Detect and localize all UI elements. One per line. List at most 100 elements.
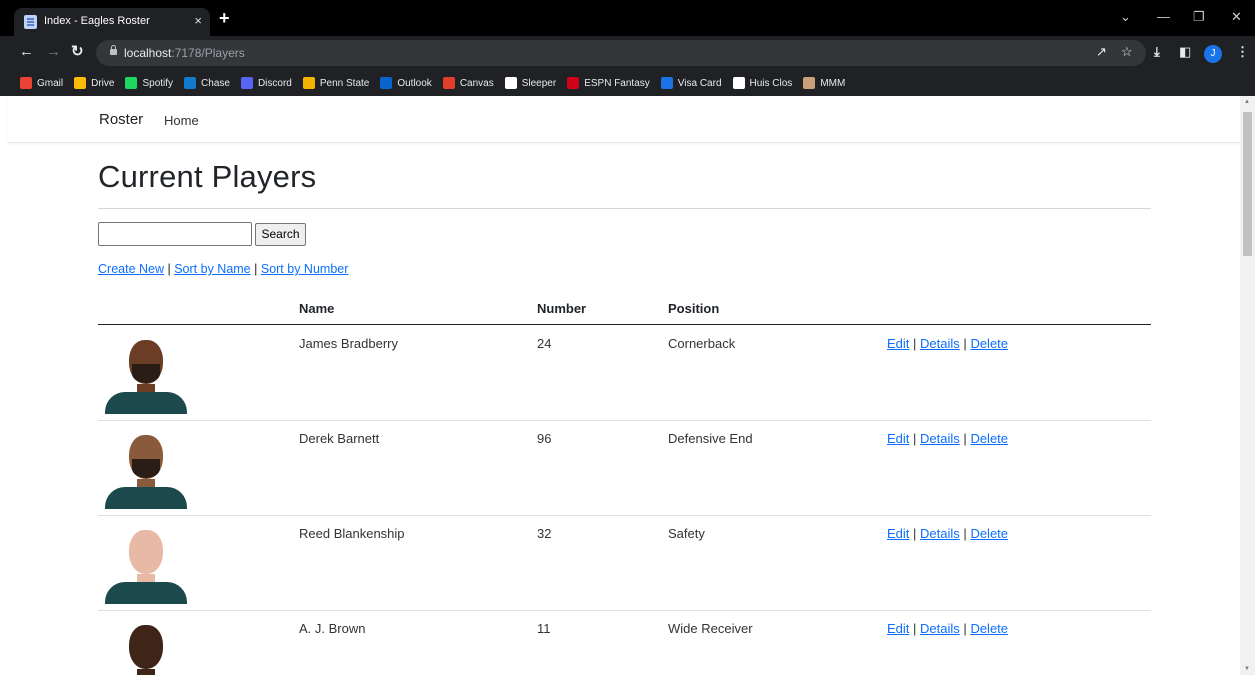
- bookmark-label: Chase: [201, 77, 230, 89]
- page-favicon-icon: [24, 15, 37, 29]
- search-button[interactable]: Search: [255, 223, 306, 246]
- bookmark-penn-state[interactable]: Penn State: [302, 77, 369, 89]
- table-row: James Bradberry 24 Cornerback Edit | Det…: [98, 326, 1151, 421]
- column-header-name: Name: [299, 301, 335, 316]
- bookmark-drive[interactable]: Drive: [74, 77, 114, 89]
- delete-link[interactable]: Delete: [970, 621, 1008, 636]
- close-window-icon[interactable]: ✕: [1231, 9, 1242, 25]
- edit-link[interactable]: Edit: [887, 621, 909, 636]
- spotify-icon: [125, 77, 138, 89]
- delete-link[interactable]: Delete: [970, 526, 1008, 541]
- photo-beard: [132, 459, 160, 478]
- edit-link[interactable]: Edit: [887, 526, 909, 541]
- table-header: Name Number Position: [98, 296, 1151, 325]
- create-new-link[interactable]: Create New: [98, 262, 164, 276]
- bookmark-canvas[interactable]: Canvas: [442, 77, 494, 89]
- sort-by-number-link[interactable]: Sort by Number: [261, 262, 349, 276]
- details-link[interactable]: Details: [920, 336, 960, 351]
- restore-icon[interactable]: ❐: [1193, 9, 1205, 25]
- new-tab-button[interactable]: +: [219, 9, 230, 27]
- reload-icon[interactable]: ↻: [71, 44, 84, 60]
- divider: [98, 208, 1151, 209]
- player-photo: [105, 429, 187, 509]
- scroll-up-arrow-icon[interactable]: ▲: [1244, 99, 1250, 105]
- nav-link-home[interactable]: Home: [164, 113, 199, 128]
- photo-jersey: [105, 392, 187, 414]
- photo-beard: [132, 364, 160, 383]
- site-navbar: Roster Home: [8, 96, 1240, 143]
- bookmark-star-icon[interactable]: ☆: [1121, 45, 1133, 59]
- page-scrollbar[interactable]: ▲ ▼: [1240, 96, 1255, 675]
- player-number: 11: [537, 621, 551, 636]
- table-row: Derek Barnett 96 Defensive End Edit | De…: [98, 421, 1151, 516]
- bookmark-huis-clos[interactable]: Huis Clos: [732, 77, 793, 89]
- bookmark-chase[interactable]: Chase: [184, 77, 230, 89]
- back-arrow-icon[interactable]: ←: [19, 44, 34, 60]
- edit-link[interactable]: Edit: [887, 431, 909, 446]
- bookmark-espn-fantasy[interactable]: ESPN Fantasy: [567, 77, 650, 89]
- player-name: Derek Barnett: [299, 431, 380, 446]
- tab-title: Index - Eagles Roster: [44, 15, 150, 27]
- player-number: 24: [537, 336, 552, 351]
- bookmark-discord[interactable]: Discord: [240, 77, 292, 89]
- photo-neck: [137, 669, 155, 675]
- browser-menu-icon[interactable]: ⋮: [1236, 45, 1249, 59]
- url-text: localhost:7178/Players: [124, 46, 245, 60]
- details-link[interactable]: Details: [920, 621, 960, 636]
- bookmark-gmail[interactable]: Gmail: [20, 77, 63, 89]
- browser-title-bar: Index - Eagles Roster × + ⌄ — ❐ ✕: [0, 0, 1255, 36]
- bookmark-visa-card[interactable]: Visa Card: [660, 77, 722, 89]
- bookmark-mmm[interactable]: MMM: [803, 77, 845, 89]
- tab-search-icon[interactable]: ⌄: [1120, 9, 1131, 25]
- delete-link[interactable]: Delete: [970, 431, 1008, 446]
- details-link[interactable]: Details: [920, 431, 960, 446]
- side-panel-icon[interactable]: ◧: [1179, 45, 1191, 59]
- address-bar[interactable]: localhost:7178/Players: [96, 40, 1146, 66]
- huis-clos-icon: [732, 77, 745, 89]
- photo-head: [129, 530, 163, 574]
- minimize-icon[interactable]: —: [1157, 9, 1170, 24]
- delete-link[interactable]: Delete: [970, 336, 1008, 351]
- bookmark-label: Spotify: [142, 77, 174, 89]
- browser-tab[interactable]: Index - Eagles Roster ×: [14, 8, 210, 36]
- player-number: 96: [537, 431, 552, 446]
- profile-avatar[interactable]: J: [1204, 45, 1222, 63]
- link-separator: |: [913, 336, 917, 351]
- bookmark-label: Discord: [257, 77, 292, 89]
- search-input[interactable]: [98, 222, 252, 246]
- page-title: Current Players: [98, 159, 317, 194]
- chase-icon: [184, 77, 197, 89]
- bookmark-spotify[interactable]: Spotify: [125, 77, 173, 89]
- details-link[interactable]: Details: [920, 526, 960, 541]
- row-actions: Edit | Details | Delete: [887, 621, 1008, 636]
- row-actions: Edit | Details | Delete: [887, 431, 1008, 446]
- close-tab-icon[interactable]: ×: [194, 13, 202, 28]
- visa-card-icon: [660, 77, 673, 89]
- photo-head: [129, 625, 163, 669]
- player-name: A. J. Brown: [299, 621, 366, 636]
- player-position: Cornerback: [668, 336, 736, 351]
- share-icon[interactable]: ↗: [1096, 45, 1107, 59]
- link-separator: |: [963, 431, 967, 446]
- sort-by-name-link[interactable]: Sort by Name: [174, 262, 250, 276]
- browser-toolbar: ← → ↻ localhost:7178/Players ↗ ☆ ⤓ ◧ ⋮: [0, 36, 1255, 70]
- forward-arrow-icon[interactable]: →: [46, 44, 61, 60]
- bookmark-label: Visa Card: [677, 77, 722, 89]
- outlook-icon: [380, 77, 393, 89]
- scrollbar-thumb[interactable]: [1243, 112, 1252, 256]
- bookmark-label: Sleeper: [521, 77, 557, 89]
- player-name: James Bradberry: [299, 336, 398, 351]
- edit-link[interactable]: Edit: [887, 336, 909, 351]
- player-position: Defensive End: [668, 431, 753, 446]
- bookmark-label: Drive: [91, 77, 115, 89]
- bookmark-label: ESPN Fantasy: [584, 77, 650, 89]
- scroll-down-arrow-icon[interactable]: ▼: [1244, 666, 1250, 672]
- navbar-brand[interactable]: Roster: [99, 111, 143, 128]
- bookmark-label: Huis Clos: [749, 77, 793, 89]
- link-separator: |: [963, 526, 967, 541]
- column-header-number: Number: [537, 301, 587, 316]
- download-icon[interactable]: ⤓: [1154, 45, 1160, 59]
- bookmark-sleeper[interactable]: Sleeper: [504, 77, 557, 89]
- bookmark-outlook[interactable]: Outlook: [380, 77, 432, 89]
- lock-icon: [110, 45, 117, 55]
